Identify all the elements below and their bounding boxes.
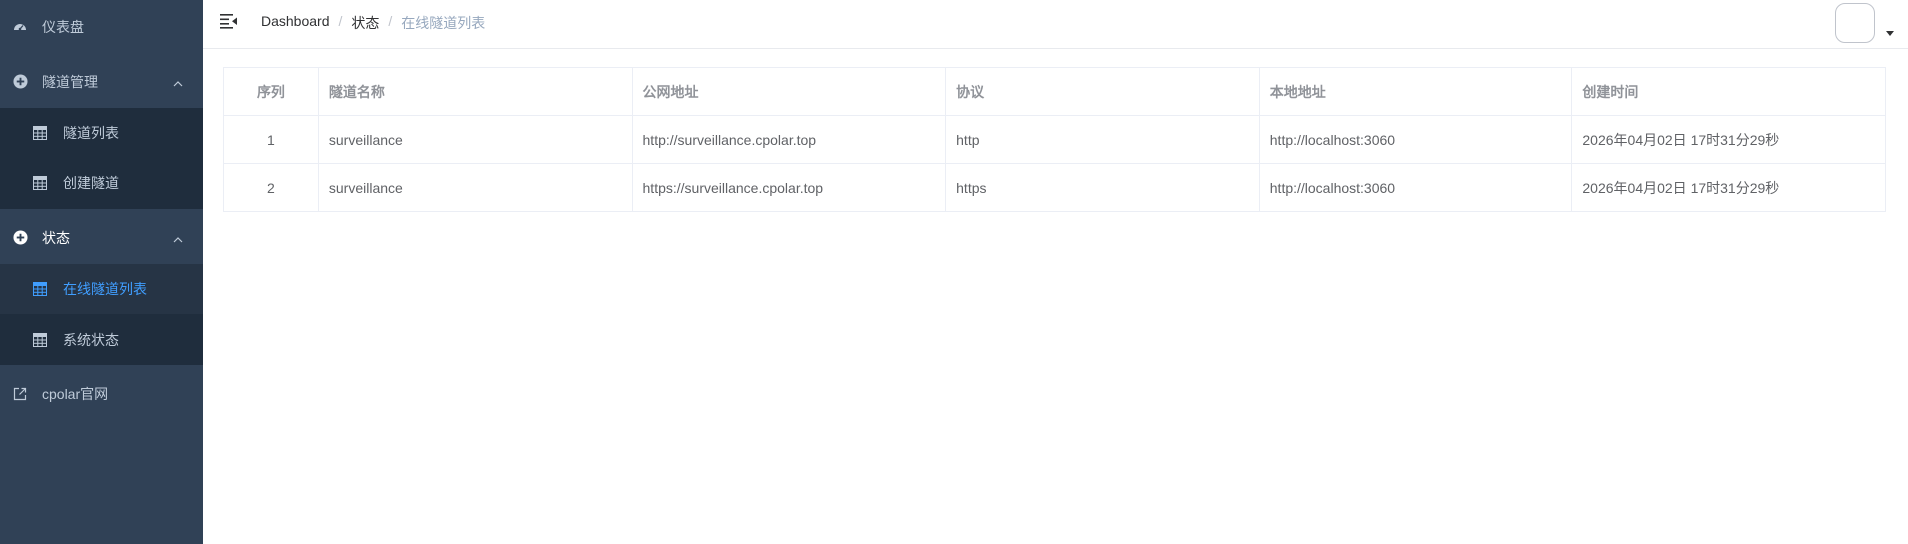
- sidebar-item-label: 状态: [42, 229, 70, 246]
- table-cell-tunnel-name: surveillance: [319, 164, 633, 211]
- table-cell-index: 2: [224, 164, 319, 211]
- sidebar-item-label: 隧道列表: [63, 125, 119, 141]
- navbar: Dashboard / 状态 / 在线隧道列表: [203, 0, 1908, 49]
- breadcrumb: Dashboard / 状态 / 在线隧道列表: [261, 13, 485, 33]
- table-cell-created-time: 2026年04月02日 17时31分29秒: [1582, 179, 1780, 196]
- sidebar-item-label: 在线隧道列表: [63, 281, 147, 297]
- submenu-tunnel-management: 隧道列表 创建隧道: [0, 108, 203, 209]
- submenu-status: 在线隧道列表 系统状态: [0, 264, 203, 365]
- sidebar-item-label: 仪表盘: [42, 18, 84, 35]
- sidebar-item-system-status[interactable]: 系统状态: [0, 315, 203, 365]
- online-tunnels-table: 序列 隧道名称 公网地址 协议 本地地址 创建时间 1 surveillance…: [223, 67, 1886, 212]
- breadcrumb-section: 状态: [351, 15, 380, 31]
- breadcrumb-separator: /: [338, 13, 343, 29]
- sidebar-item-cpolar-site[interactable]: cpolar官网: [0, 367, 203, 420]
- avatar[interactable]: [1835, 3, 1875, 43]
- hamburger-icon[interactable]: [220, 13, 238, 29]
- breadcrumb-separator: /: [388, 13, 393, 29]
- plus-circle-icon: [12, 74, 28, 90]
- column-header-public-url: 公网地址: [633, 68, 947, 115]
- dashboard-icon: [12, 19, 28, 35]
- table-header-row: 序列 隧道名称 公网地址 协议 本地地址 创建时间: [224, 68, 1885, 116]
- table-cell-protocol: http: [946, 116, 1260, 163]
- external-link-icon: [12, 386, 28, 402]
- table-icon: [33, 126, 47, 140]
- sidebar-item-label: cpolar官网: [42, 385, 109, 402]
- table-cell-created-time: 2026年04月02日 17时31分29秒: [1582, 131, 1780, 148]
- column-header-local-address: 本地地址: [1260, 68, 1573, 115]
- sidebar: 仪表盘 隧道管理 隧道列表 创建隧道 状态 在线隧道列表 系统状态 cpolar…: [0, 0, 203, 544]
- sidebar-item-create-tunnel[interactable]: 创建隧道: [0, 158, 203, 208]
- table-cell-index: 1: [224, 116, 319, 163]
- column-header-protocol: 协议: [946, 68, 1260, 115]
- sidebar-item-label: 系统状态: [63, 332, 119, 348]
- sidebar-item-tunnel-list[interactable]: 隧道列表: [0, 108, 203, 158]
- column-header-created-time: 创建时间: [1582, 83, 1639, 100]
- caret-down-icon[interactable]: [1886, 31, 1894, 36]
- table-icon: [33, 333, 47, 347]
- table-cell-local-address: http://localhost:3060: [1260, 164, 1573, 211]
- table-icon: [33, 176, 47, 190]
- table-cell-tunnel-name: surveillance: [319, 116, 633, 163]
- table-cell-public-url: https://surveillance.cpolar.top: [633, 164, 947, 211]
- table-cell-public-url: http://surveillance.cpolar.top: [633, 116, 947, 163]
- breadcrumb-current: 在线隧道列表: [401, 15, 486, 31]
- sidebar-item-online-tunnels[interactable]: 在线隧道列表: [0, 264, 203, 314]
- table-icon: [33, 282, 47, 296]
- sidebar-item-label: 隧道管理: [42, 73, 98, 90]
- chevron-up-icon: [173, 230, 183, 246]
- chevron-up-icon: [173, 74, 183, 90]
- sidebar-item-tunnel-management[interactable]: 隧道管理: [0, 55, 203, 108]
- plus-circle-icon: [12, 230, 28, 246]
- sidebar-item-label: 创建隧道: [63, 175, 119, 191]
- table-cell-local-address: http://localhost:3060: [1260, 116, 1573, 163]
- table-row: 1 surveillance http://surveillance.cpola…: [224, 116, 1885, 164]
- table-cell-protocol: https: [946, 164, 1260, 211]
- column-header-index: 序列: [224, 68, 319, 115]
- table-row: 2 surveillance https://surveillance.cpol…: [224, 164, 1885, 212]
- column-header-tunnel-name: 隧道名称: [319, 68, 633, 115]
- breadcrumb-home[interactable]: Dashboard: [261, 13, 330, 33]
- sidebar-item-dashboard[interactable]: 仪表盘: [0, 0, 203, 53]
- sidebar-item-status[interactable]: 状态: [0, 211, 203, 264]
